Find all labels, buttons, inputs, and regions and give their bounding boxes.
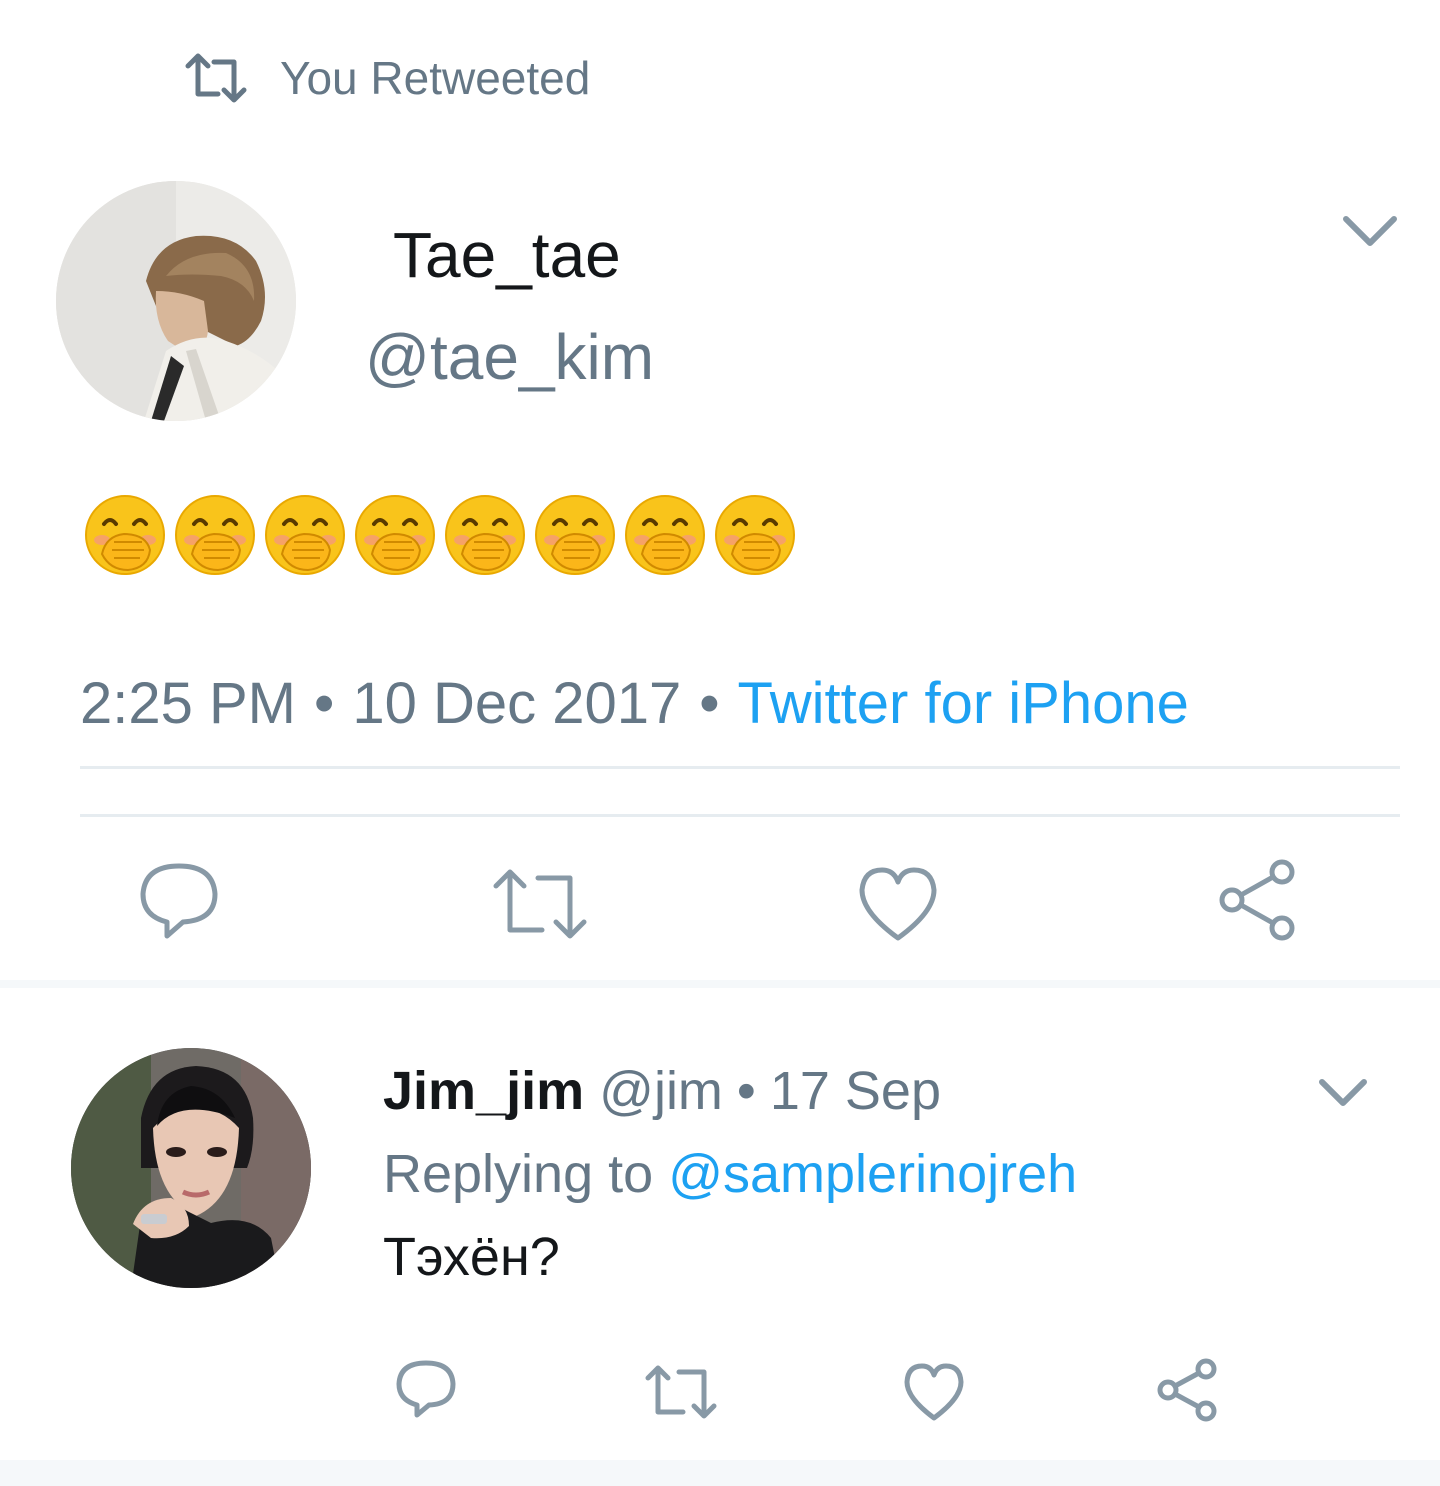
like-icon[interactable] xyxy=(902,1360,966,1424)
retweet-icon[interactable] xyxy=(643,1360,719,1424)
share-icon[interactable] xyxy=(1156,1358,1220,1422)
retweet-context-label: You Retweeted xyxy=(280,52,591,104)
reply-icon[interactable] xyxy=(137,860,221,944)
avatar[interactable] xyxy=(56,181,296,421)
replying-mention-link[interactable]: @samplerinojreh xyxy=(668,1144,1077,1204)
reply-date: 17 Sep xyxy=(769,1061,941,1121)
meta-separator: • xyxy=(736,1061,756,1121)
reply-text: Тэхён? xyxy=(383,1227,560,1287)
hand-over-mouth-emoji xyxy=(175,495,255,575)
hand-over-mouth-emoji xyxy=(535,495,615,575)
meta-separator: • xyxy=(699,671,720,736)
tweet-source-link[interactable]: Twitter for iPhone xyxy=(738,671,1189,736)
retweet-context: You Retweeted xyxy=(184,50,590,106)
hand-over-mouth-emoji xyxy=(625,495,705,575)
avatar[interactable] xyxy=(71,1048,311,1288)
replying-to: Replying to @samplerinojreh xyxy=(383,1143,1077,1205)
hand-over-mouth-emoji xyxy=(355,495,435,575)
hand-over-mouth-emoji xyxy=(445,495,525,575)
tweet-meta: 2:25 PM • 10 Dec 2017 • Twitter for iPhone xyxy=(80,670,1189,737)
tweet-date: 10 Dec 2017 xyxy=(352,671,682,736)
profile-photo xyxy=(56,181,296,421)
display-name[interactable]: Tae_tae xyxy=(393,218,621,292)
retweet-icon[interactable] xyxy=(490,862,590,946)
reply-icon[interactable] xyxy=(394,1358,458,1422)
replying-prefix: Replying to xyxy=(383,1144,654,1204)
profile-photo xyxy=(71,1048,311,1288)
reply-header: Jim_jim @jim • 17 Sep xyxy=(383,1060,941,1122)
retweet-icon xyxy=(185,53,247,103)
tweet-time: 2:25 PM xyxy=(80,671,296,736)
chevron-down-icon[interactable] xyxy=(1340,205,1400,255)
chevron-down-icon[interactable] xyxy=(1316,1070,1370,1114)
hand-over-mouth-emoji xyxy=(85,495,165,575)
reply-display-name[interactable]: Jim_jim xyxy=(383,1061,584,1121)
handle[interactable]: @tae_kim xyxy=(365,320,654,394)
reply-handle[interactable]: @jim xyxy=(599,1061,723,1121)
share-icon[interactable] xyxy=(1216,858,1300,942)
divider xyxy=(80,814,1400,817)
hand-over-mouth-emoji xyxy=(715,495,795,575)
meta-separator: • xyxy=(314,671,335,736)
tweet-content xyxy=(84,494,804,576)
divider xyxy=(80,766,1400,769)
hand-over-mouth-emoji xyxy=(265,495,345,575)
main-tweet[interactable]: You Retweeted Tae_tae @tae_kim 2:25 PM • 1… xyxy=(0,0,1440,980)
like-icon[interactable] xyxy=(856,862,940,946)
